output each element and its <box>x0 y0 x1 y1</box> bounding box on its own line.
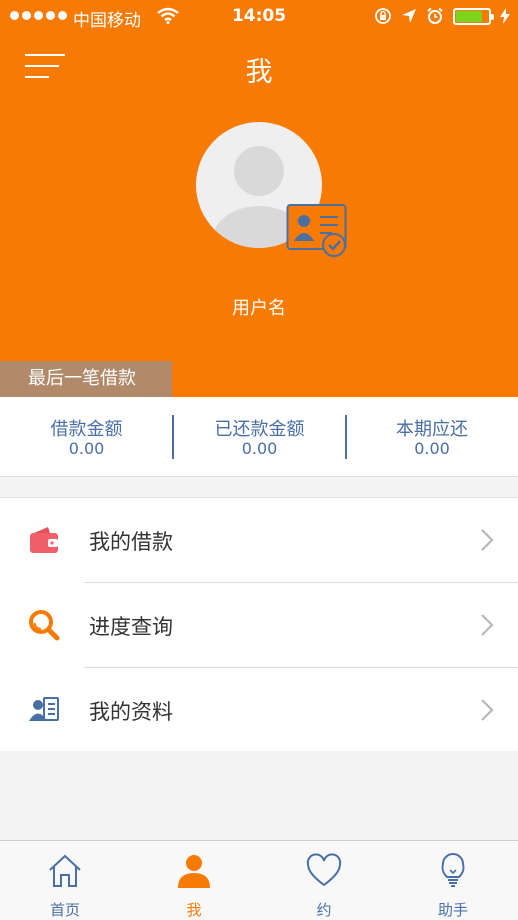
tab-assistant[interactable]: 助手 <box>388 841 518 920</box>
chevron-right-icon <box>481 614 494 636</box>
stat-label: 本期应还 <box>396 419 468 440</box>
profile-header: 中国移动 14:05 我 用户名 最后一笔借款 <box>0 0 518 397</box>
tab-bar: 首页 我 约 助手 <box>0 840 518 920</box>
tab-label: 首页 <box>49 901 80 919</box>
menu-item-label: 我的借款 <box>89 530 173 554</box>
loan-stats: 借款金额 0.00 已还款金额 0.00 本期应还 0.00 <box>0 397 518 477</box>
stat-loan-amount: 借款金额 0.00 <box>0 397 173 477</box>
tab-me[interactable]: 我 <box>129 841 259 920</box>
home-icon <box>49 854 81 887</box>
stat-value: 0.00 <box>414 439 450 458</box>
profile-card-icon <box>29 697 59 721</box>
magnifier-icon <box>29 610 60 641</box>
tab-label: 助手 <box>437 901 468 919</box>
page-title: 我 <box>245 57 273 88</box>
menu-item-label: 进度查询 <box>89 615 173 639</box>
stat-label: 借款金额 <box>50 419 123 440</box>
menu-item-my-profile[interactable]: 我的资料 <box>0 668 518 752</box>
username: 用户名 <box>232 298 286 319</box>
heart-icon <box>306 853 342 887</box>
tab-label: 约 <box>316 901 332 919</box>
person-icon <box>178 855 210 888</box>
stat-label: 已还款金额 <box>214 419 305 440</box>
chevron-right-icon <box>481 699 494 721</box>
menu-list: 我的借款 进度查询 我的资料 <box>0 497 518 751</box>
location-arrow-icon <box>402 9 416 23</box>
last-loan-tag: 最后一笔借款 <box>0 361 172 397</box>
stat-repaid-amount: 已还款金额 0.00 <box>173 397 346 477</box>
status-bar: 中国移动 14:05 <box>0 0 518 34</box>
menu-item-my-loans[interactable]: 我的借款 <box>0 498 518 582</box>
battery-icon <box>453 7 494 25</box>
chevron-right-icon <box>481 529 494 551</box>
stat-value: 0.00 <box>241 439 278 458</box>
charging-bolt-icon <box>500 8 510 24</box>
tab-appointment[interactable]: 约 <box>259 841 389 920</box>
stat-due-this-period: 本期应还 0.00 <box>346 397 518 477</box>
stat-value: 0.00 <box>68 439 105 458</box>
menu-item-label: 我的资料 <box>89 700 173 724</box>
alarm-clock-icon <box>427 7 443 24</box>
orientation-lock-icon <box>375 8 391 24</box>
tab-label: 我 <box>186 901 202 919</box>
verified-id-icon <box>286 204 347 257</box>
wallet-icon <box>30 527 58 553</box>
tab-home[interactable]: 首页 <box>0 841 130 920</box>
menu-item-progress-query[interactable]: 进度查询 <box>0 583 518 667</box>
lightbulb-icon <box>441 853 465 887</box>
